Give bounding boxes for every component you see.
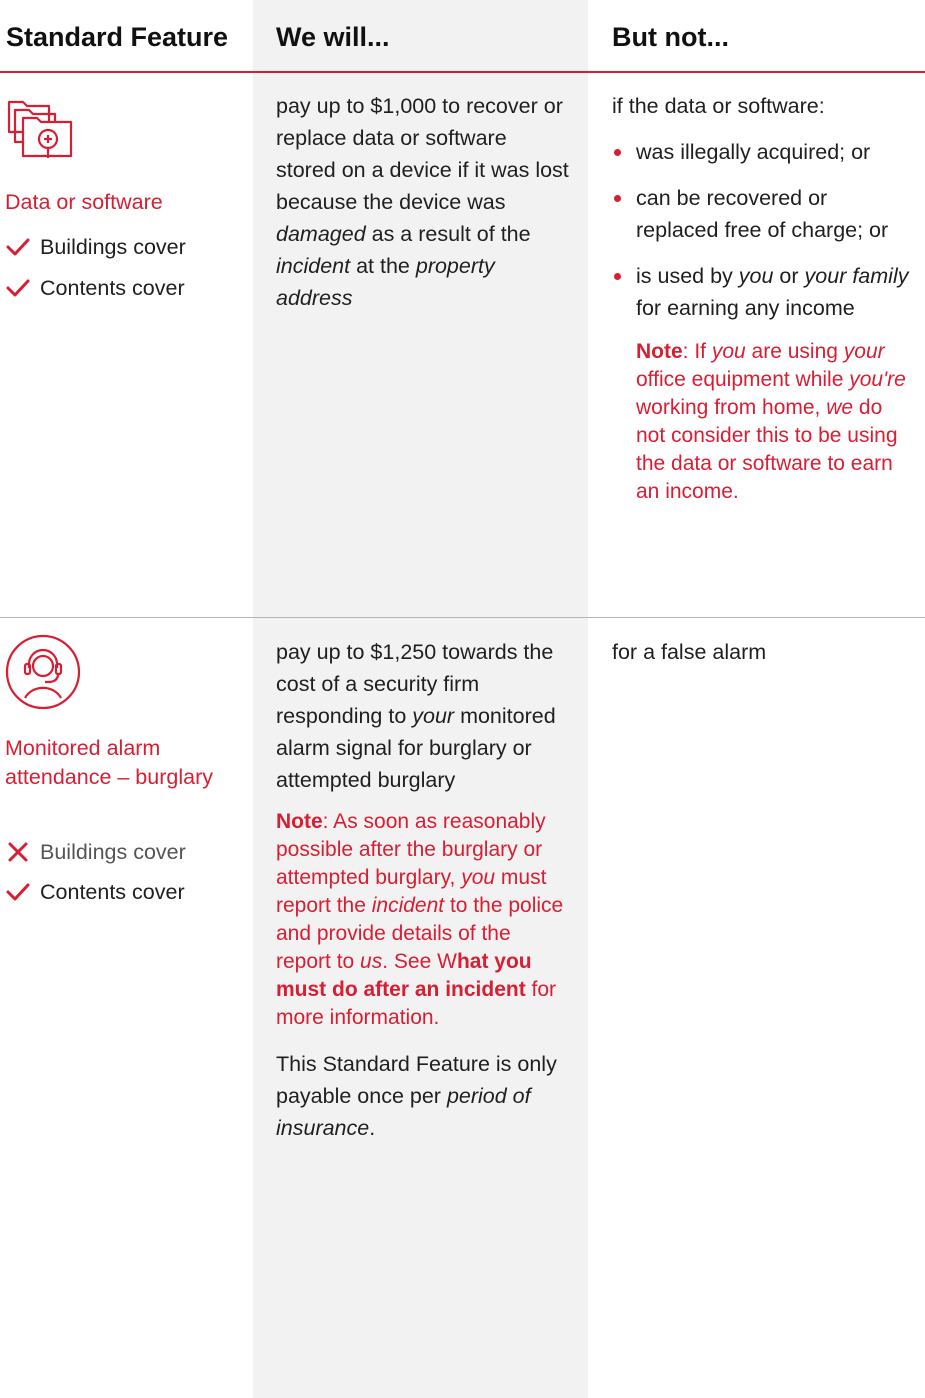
check-icon (6, 279, 30, 297)
will-text-part: . (369, 1116, 376, 1140)
not-intro: for a false alarm (612, 640, 767, 664)
feature-title: Monitored alarm attendance – burglary (5, 736, 213, 789)
exclusion-text: for earning any income (636, 296, 855, 320)
exclusion-text: or (773, 264, 805, 288)
table-header: Standard Feature We will... But not... (0, 0, 925, 73)
cover-label: Contents cover (40, 880, 185, 904)
will-text-italic: your (412, 704, 455, 728)
payable-once-text: This Standard Feature is only payable on… (276, 1048, 571, 1144)
row-monitored-alarm-will: pay up to $1,250 towards the cost of a s… (276, 636, 571, 1144)
will-text-italic: damaged (276, 222, 366, 246)
exclusion-text-italic: your family (804, 264, 909, 288)
note-text-italic: you (711, 340, 746, 363)
note-text: . See W (382, 950, 457, 973)
row-data-or-software-feature (5, 96, 235, 160)
note-text-italic: you (461, 866, 496, 889)
note-text-italic: we (826, 396, 854, 419)
cover-item-buildings: Buildings cover (5, 837, 186, 867)
exclusion-text-italic: you (738, 264, 774, 288)
will-text: pay up to $1,250 towards the cost of a s… (276, 636, 571, 796)
exclusion-item: was illegally acquired; or (612, 136, 912, 168)
will-text: pay up to $1,000 to recover or replace d… (276, 90, 571, 314)
will-text-part: pay up to $1,000 to recover or replace d… (276, 94, 569, 214)
note-text: : If (682, 340, 712, 363)
check-icon (6, 883, 30, 901)
exclusion-item: is used by you or your family for earnin… (612, 260, 912, 324)
note-text: office equipment while (636, 368, 850, 391)
note-office-equipment: Note: If you are using your office equip… (612, 338, 912, 506)
exclusion-list: was illegally acquired; or can be recove… (612, 136, 912, 324)
header-but-not: But not... (612, 22, 729, 52)
feature-title: Data or software (5, 190, 163, 214)
note-report-police: Note: As soon as reasonably possible aft… (276, 808, 571, 1032)
header-we-will: We will... (276, 22, 390, 52)
cover-label: Buildings cover (40, 235, 186, 259)
row-divider (0, 617, 925, 618)
exclusion-text: can be recovered or replaced free of cha… (636, 186, 889, 242)
row-monitored-alarm-feature (5, 634, 235, 710)
check-icon (6, 238, 30, 256)
note-text-italic: incident (371, 894, 445, 917)
row-monitored-alarm-not: for a false alarm (612, 636, 912, 668)
row-data-or-software-not: if the data or software: was illegally a… (612, 90, 912, 506)
will-text-part: at the (350, 254, 416, 278)
cover-item-buildings: Buildings cover (5, 232, 186, 262)
note-label: Note (276, 810, 323, 833)
not-intro: if the data or software: (612, 94, 825, 118)
note-text: working from home, (636, 396, 827, 419)
note-text: are using (745, 340, 844, 363)
note-text-italic: you're (849, 368, 906, 391)
note-text-italic: your (843, 340, 885, 363)
folders-search-icon (5, 96, 77, 160)
exclusion-item: can be recovered or replaced free of cha… (612, 182, 912, 246)
cover-label: Buildings cover (40, 840, 186, 864)
headset-person-icon (5, 634, 81, 710)
cover-item-contents: Contents cover (5, 877, 185, 907)
row-data-or-software-title-cell: Data or software (5, 188, 235, 217)
note-text-italic: us (360, 950, 383, 973)
exclusion-text: is used by (636, 264, 739, 288)
note-label: Note (636, 340, 683, 363)
header-standard-feature: Standard Feature (6, 22, 229, 52)
will-text-part: as a result of the (365, 222, 531, 246)
exclusion-text: was illegally acquired; or (636, 140, 871, 164)
cover-label: Contents cover (40, 276, 185, 300)
row-data-or-software-will: pay up to $1,000 to recover or replace d… (276, 90, 571, 314)
row-monitored-alarm-title-cell: Monitored alarm attendance – burglary (5, 734, 215, 792)
cross-icon (8, 842, 28, 862)
cover-item-contents: Contents cover (5, 273, 185, 303)
will-text-italic: incident (276, 254, 351, 278)
